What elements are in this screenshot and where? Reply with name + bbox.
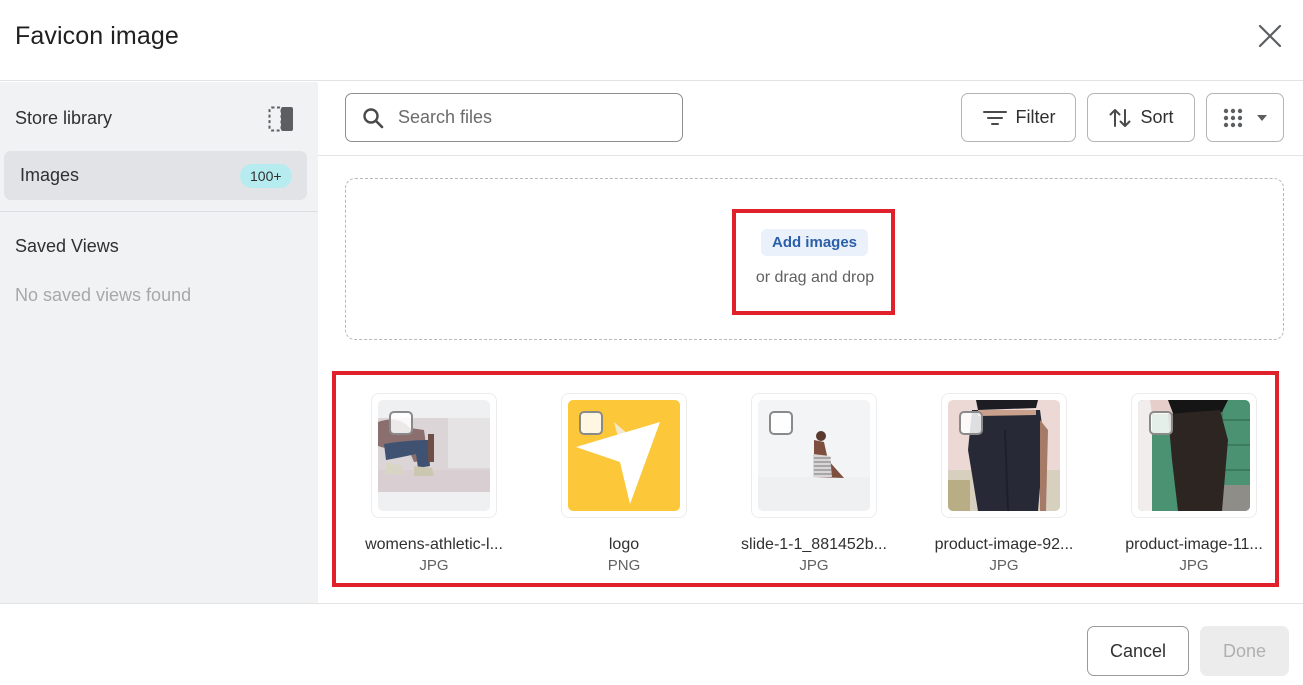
cancel-button[interactable]: Cancel [1087, 626, 1189, 676]
search-icon [363, 107, 384, 128]
file-checkbox[interactable] [959, 411, 983, 435]
file-name: product-image-11... [1125, 536, 1263, 553]
sort-icon [1109, 108, 1131, 127]
file-type: JPG [1179, 557, 1209, 574]
file-type: JPG [989, 557, 1019, 574]
file-checkbox[interactable] [579, 411, 603, 435]
toolbar-divider [318, 155, 1303, 156]
file-item[interactable]: logo PNG [539, 393, 709, 574]
filter-label: Filter [1015, 107, 1056, 127]
sidebar-toggle-icon [268, 106, 293, 132]
file-type: PNG [607, 557, 641, 574]
done-button[interactable]: Done [1200, 626, 1289, 676]
drag-drop-hint: or drag and drop [755, 269, 875, 286]
saved-views-empty-text: No saved views found [15, 285, 192, 305]
sidebar-heading: Store library [15, 108, 113, 128]
sidebar-item-label: Images [20, 165, 80, 185]
sidebar-toggle-button[interactable] [268, 106, 294, 132]
sidebar-divider [0, 211, 318, 212]
search-input[interactable] [398, 107, 658, 128]
file-item[interactable]: product-image-11... JPG [1109, 393, 1279, 574]
sort-label: Sort [1140, 107, 1174, 127]
sidebar-item-images[interactable]: Images 100+ [4, 151, 307, 200]
file-checkbox[interactable] [769, 411, 793, 435]
file-item[interactable]: womens-athletic-l... JPG [349, 393, 519, 574]
filter-icon [982, 110, 1007, 125]
file-name: womens-athletic-l... [365, 536, 503, 553]
file-item[interactable]: product-image-92... JPG [919, 393, 1089, 574]
file-checkbox[interactable] [389, 411, 413, 435]
view-toggle-button[interactable] [1206, 93, 1284, 142]
chevron-down-icon [1257, 114, 1267, 121]
search-field[interactable] [345, 93, 683, 142]
file-type: JPG [419, 557, 449, 574]
sort-button[interactable]: Sort [1087, 93, 1195, 142]
close-button[interactable] [1254, 20, 1286, 52]
dialog-header: Favicon image [0, 0, 1303, 81]
file-checkbox[interactable] [1149, 411, 1173, 435]
close-icon [1258, 24, 1282, 48]
upload-dropzone[interactable] [345, 178, 1284, 340]
add-images-button[interactable]: Add images [761, 229, 868, 256]
filter-button[interactable]: Filter [961, 93, 1076, 142]
file-name: product-image-92... [934, 536, 1074, 553]
footer-divider [0, 603, 1303, 604]
count-badge: 100+ [240, 164, 292, 188]
saved-views-heading: Saved Views [15, 236, 119, 256]
file-name: logo [608, 536, 640, 553]
file-name: slide-1-1_881452b... [741, 536, 887, 553]
grid-view-icon [1223, 108, 1243, 127]
dialog-title: Favicon image [15, 22, 179, 50]
file-item[interactable]: slide-1-1_881452b... JPG [729, 393, 899, 574]
file-type: JPG [799, 557, 829, 574]
